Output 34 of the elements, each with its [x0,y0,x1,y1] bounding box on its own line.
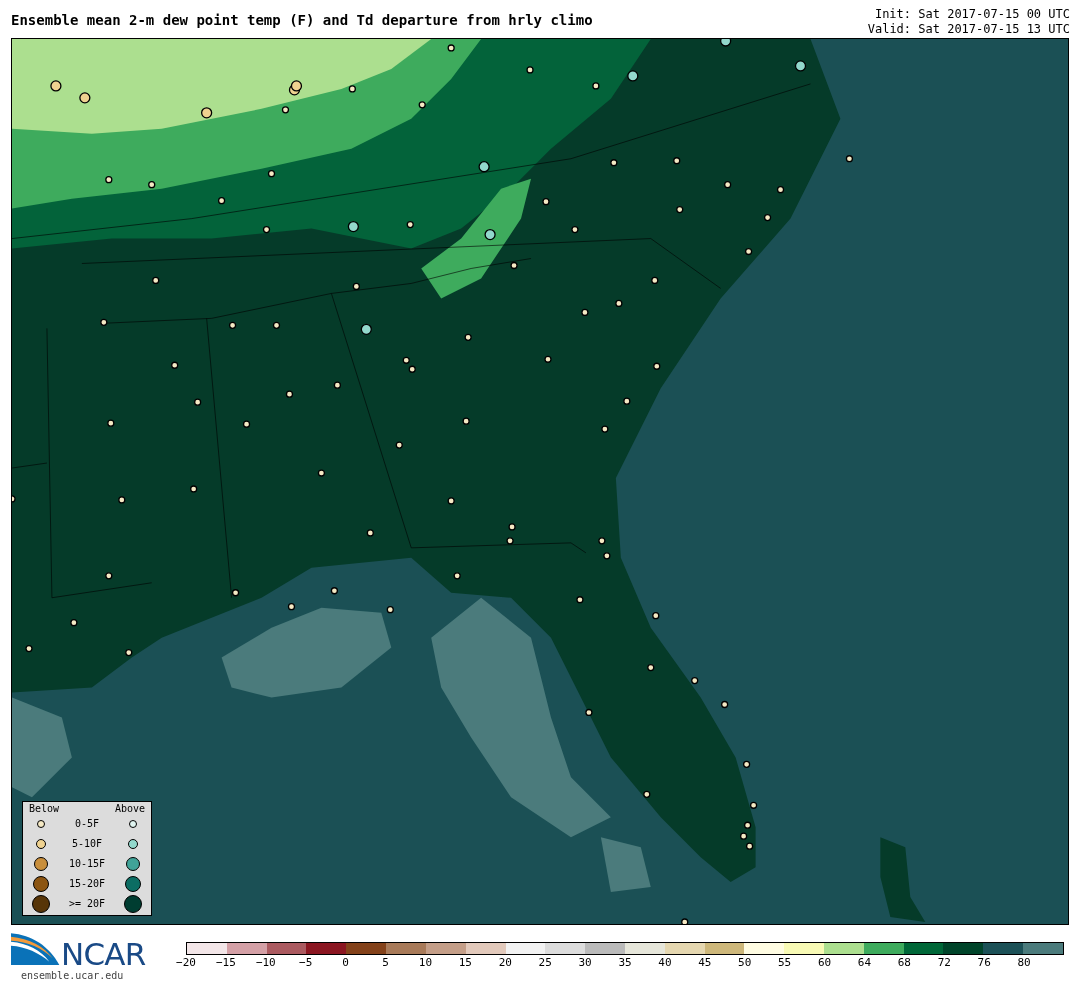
colorbar-tick-label: 68 [897,957,911,968]
colorbar-tick-label: 10 [418,957,433,968]
colorbar-tick-label: 72 [937,957,951,968]
colorbar-tick-label: 40 [658,957,672,968]
colorbar-tick-label: −20 [176,957,196,968]
colorbar-tick-label: 20 [498,957,512,968]
valid-time: Valid: Sat 2017-07-15 13 UTC [867,22,1070,37]
chart-title: Ensemble mean 2-m dew point temp (F) and Td departure from hrly climo [11,13,593,27]
logo-wordmark: NCAR [61,939,146,970]
colorbar-tick-label: 76 [977,957,991,968]
init-time: Init: Sat 2017-07-15 00 UTC [874,7,1070,22]
colorbar-tick-label: 60 [817,957,832,968]
colorbar-tick-label: 50 [738,957,752,968]
legend-heading: Above [114,803,145,814]
colorbar-tick-label: 25 [538,957,552,968]
legend-heading: Below [29,803,60,814]
colorbar-tick-label: −5 [299,957,313,968]
colorbar-tick-label: 30 [578,957,592,968]
colorbar-tick-label: 15 [458,957,472,968]
legend-label: 0-5F [74,819,100,829]
legend-label: 15-20F [68,879,106,889]
colorbar-tick-label: 64 [857,957,872,968]
colorbar-tick-label: 35 [618,957,632,968]
legend-label: 10-15F [68,859,106,869]
logo-url: ensemble.ucar.edu [21,970,125,982]
legend-label: >= 20F [68,899,106,909]
colorbar-tick-label: 45 [698,957,712,968]
colorbar-tick-label: −10 [255,957,276,968]
colorbar-tick-label: 0 [342,957,349,968]
colorbar-tick-label: 5 [382,957,389,968]
colorbar-tick-label: −15 [215,957,236,968]
colorbar-tick-label: 80 [1017,957,1031,968]
colorbar-tick-label: 55 [778,957,792,968]
legend-label: 5-10F [71,839,103,849]
